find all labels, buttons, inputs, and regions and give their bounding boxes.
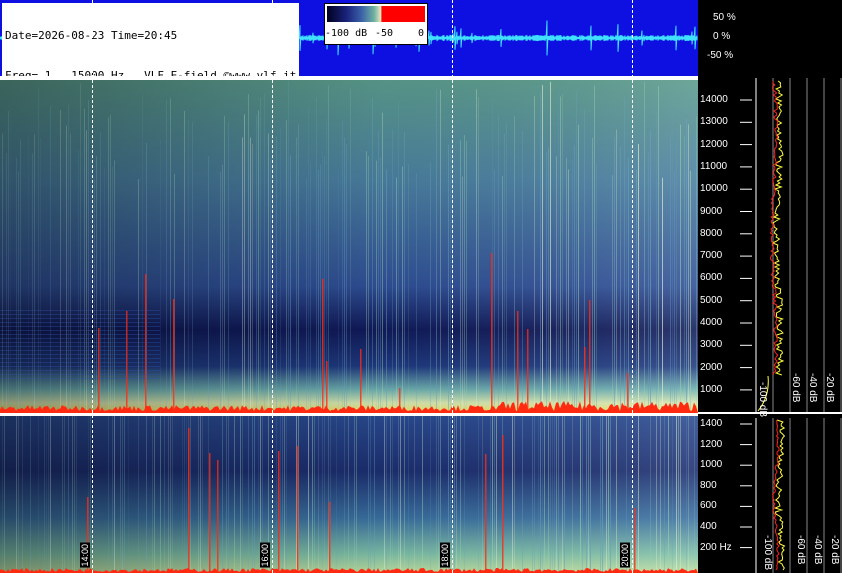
upper-freq-tick-label: 1000 [700,383,723,395]
lower-db-label-100: -100 dB [762,535,773,571]
upper-freq-tick-label: 2000 [700,361,723,373]
spectrogram-upper-image [0,80,698,413]
upper-freq-tick-label: 6000 [700,272,723,284]
time-marker-1800: 18:00 [440,543,450,568]
upper-freq-tick-label: 4000 [700,317,723,328]
upper-db-label-100: -100 dB [757,382,768,418]
vlf-spectrogram-window: Date=2026-08-23 Time=20:45 Freq= 1...150… [0,0,842,573]
lower-freq-tick-label: 200 Hz [700,541,732,553]
lower-freq-tick-label: 600 [700,500,717,512]
lower-freq-tick-label: 1400 [700,418,723,429]
color-scale-label-max: 0 [418,28,425,39]
lower-freq-tick-label: 400 [700,521,717,532]
upper-freq-tick-label: 13000 [700,116,728,128]
upper-freq-tick-label: 7000 [700,250,723,262]
time-marker-1400: 14:00 [80,543,90,568]
color-scale-label-min: -100 dB [325,28,368,39]
lower-freq-tick-label: 1000 [700,459,723,471]
upper-freq-tick-label: 8000 [700,227,723,239]
lower-db-label-20: -20 dB [829,535,840,565]
spectrogram-lower [0,416,698,573]
upper-freq-tick-label: 5000 [700,294,723,306]
color-scale-legend: -100 dB -50 0 [324,3,428,45]
wave-axis-label-50: 50 % [713,12,736,23]
time-marker-1600: 16:00 [260,543,270,568]
lower-freq-tick-label: 1200 [700,438,723,450]
upper-db-label-60: -60 dB [790,373,801,403]
upper-db-label-40: -40 dB [807,373,818,403]
lower-db-label-60: -60 dB [795,535,806,565]
upper-freq-tick-label: 3000 [700,339,723,351]
upper-freq-tick-label: 9000 [700,205,723,217]
upper-freq-tick-label: 10000 [700,183,728,195]
time-gridline [272,0,273,573]
color-scale-gradient [327,6,425,22]
time-gridline [92,0,93,573]
time-marker-2000: 20:00 [620,543,630,568]
time-gridline [632,0,633,573]
lower-freq-tick-label: 800 [700,479,717,491]
wave-axis-label-minus50: -50 % [707,50,734,61]
spectrogram-lower-image [0,416,698,573]
time-gridline [452,0,453,573]
spectrogram-upper [0,80,698,413]
upper-db-label-20: -20 dB [824,373,835,403]
date-time-line: Date=2026-08-23 Time=20:45 [5,29,178,42]
upper-freq-tick-label: 11000 [700,160,728,172]
wave-axis-label-0: 0 % [713,31,731,42]
upper-freq-tick-label: 12000 [700,138,728,150]
upper-freq-tick-label: 14000 [700,94,728,105]
lower-db-label-40: -40 dB [812,535,823,565]
color-scale-label-mid: -50 [375,28,394,39]
